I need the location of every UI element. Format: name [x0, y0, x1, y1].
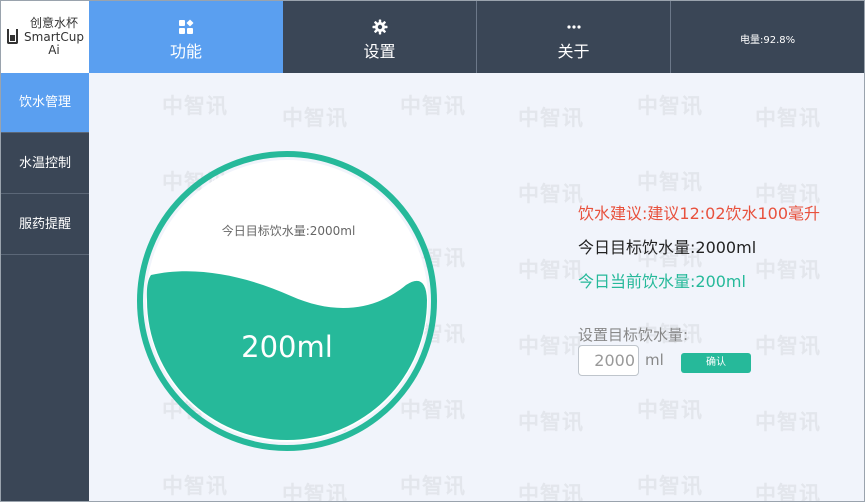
watermark: 中智讯 [518, 106, 584, 130]
tab-settings-label: 设置 [363, 42, 396, 61]
watermark: 中智讯 [162, 474, 228, 498]
top-nav-bar: 功能 设置 关于 电量:92.8% [89, 1, 864, 73]
watermark: 中智讯 [518, 410, 584, 434]
watermark: 中智讯 [637, 170, 703, 194]
tab-divider [670, 1, 671, 73]
cup-icon [7, 29, 18, 44]
watermark: 中智讯 [755, 334, 821, 358]
main-panel: 中智讯 中智讯 中智讯 中智讯 中智讯 中智讯 中智讯 中智讯 中智讯 中智讯 … [89, 73, 864, 502]
watermark: 中智讯 [162, 94, 228, 118]
watermark: 中智讯 [518, 182, 584, 206]
sidebar: 饮水管理 水温控制 服药提醒 [1, 73, 89, 501]
drinking-suggestion: 饮水建议:建议12:02饮水100毫升 [578, 204, 821, 223]
watermark: 中智讯 [518, 258, 584, 282]
watermark: 中智讯 [637, 474, 703, 498]
tab-settings[interactable]: 设置 [283, 1, 476, 73]
tab-about-label: 关于 [557, 42, 590, 61]
target-unit-label: ml [645, 351, 664, 369]
confirm-button[interactable]: 确认 [681, 353, 751, 373]
gear-icon [372, 19, 387, 35]
watermark: 中智讯 [282, 482, 348, 502]
cup-current-value: 200ml [241, 330, 333, 364]
watermark: 中智讯 [400, 474, 466, 498]
app-name-cn: 创意水杯 [29, 16, 78, 30]
tab-function-label: 功能 [169, 42, 202, 61]
set-target-label: 设置目标饮水量: [578, 326, 689, 344]
cup-target-label: 今日目标饮水量:2000ml [221, 224, 356, 238]
apps-grid-icon [179, 19, 194, 34]
watermark: 中智讯 [755, 258, 821, 282]
app-window: 创意水杯 SmartCup Ai 功能 设置 关于 电量:92.8% 饮水管理 … [0, 0, 865, 502]
app-logo: 创意水杯 SmartCup Ai [1, 1, 89, 73]
watermark: 中智讯 [755, 410, 821, 434]
daily-target-text: 今日目标饮水量:2000ml [578, 238, 757, 257]
sidebar-item-water-temperature[interactable]: 水温控制 [1, 134, 89, 194]
watermark: 中智讯 [755, 106, 821, 130]
watermark: 中智讯 [400, 94, 466, 118]
watermark: 中智讯 [282, 106, 348, 130]
tab-function[interactable]: 功能 [89, 1, 283, 73]
tab-about[interactable]: 关于 [477, 1, 670, 73]
target-amount-input[interactable] [578, 345, 639, 376]
watermark: 中智讯 [755, 482, 821, 502]
watermark: 中智讯 [637, 94, 703, 118]
sidebar-item-drinking-management[interactable]: 饮水管理 [1, 73, 89, 133]
watermark: 中智讯 [518, 334, 584, 358]
ellipsis-icon [566, 25, 581, 29]
app-name-en-line2: Ai [48, 43, 60, 57]
daily-current-text: 今日当前饮水量:200ml [578, 272, 746, 291]
watermark: 中智讯 [637, 398, 703, 422]
battery-status: 电量:92.8% [740, 35, 796, 46]
water-level-gauge [137, 151, 437, 451]
sidebar-item-medication-reminder[interactable]: 服药提醒 [1, 195, 89, 255]
watermark: 中智讯 [518, 482, 584, 502]
app-name-en: SmartCup Ai [23, 31, 85, 57]
